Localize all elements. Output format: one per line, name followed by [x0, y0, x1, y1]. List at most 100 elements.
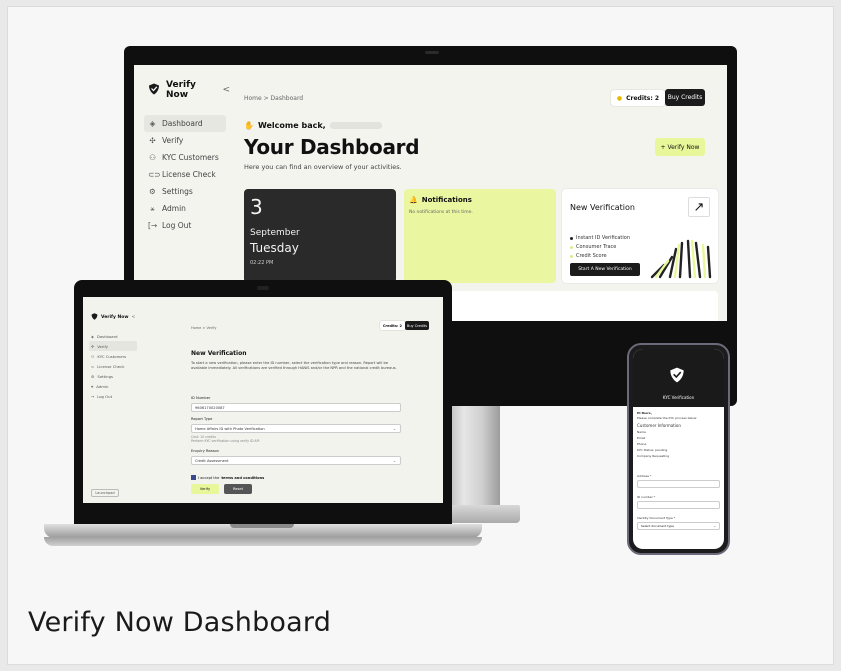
greeting-text: Hi there,	[637, 411, 652, 415]
greeting: Hi there,	[637, 411, 652, 415]
report-type-value: Home Affairs ID with Photo Verification	[195, 426, 265, 431]
id-number-label: ID number *	[637, 495, 656, 499]
sidebar-item-admin[interactable]: ⚹ Admin	[144, 200, 226, 217]
credits-label: Credits: 2	[626, 94, 659, 102]
terms-prefix: I accept the	[198, 475, 220, 480]
sidebar-item-settings[interactable]: ⚙ Settings	[89, 371, 137, 381]
notifications-empty: No notifications at this time.	[409, 210, 473, 215]
sidebar-item-label: Settings	[97, 373, 113, 379]
notifications-title: Notifications	[421, 196, 472, 204]
showcase-card: Verify Now < ◈ Dashboard ✣ Verify ⚇ KYC Cus…	[7, 6, 834, 665]
enquiry-reason-value: Credit Assessment	[195, 458, 229, 463]
collapse-icon[interactable]: <	[222, 85, 230, 95]
sidebar-item-license-check[interactable]: ⊂ License Check	[89, 361, 137, 371]
date-month: September	[250, 228, 300, 238]
credits-badge: Credits: 2	[379, 321, 405, 330]
laptop-camera	[257, 286, 269, 290]
terms-checkbox-row[interactable]: I accept the terms and conditions	[191, 475, 264, 480]
date-card: 3 September Tuesday 02:22 PM	[244, 189, 396, 283]
bullet-icon	[570, 245, 573, 249]
caption: Verify Now Dashboard	[28, 607, 332, 638]
brand-logo[interactable]: Verify Now <	[91, 313, 135, 322]
verify-now-button[interactable]: + Verify Now	[655, 138, 705, 156]
info-row: Phone	[637, 442, 647, 446]
welcome-message: ✋ Welcome back,	[244, 121, 382, 130]
date-time: 02:22 PM	[250, 260, 274, 266]
sidebar-item-dashboard[interactable]: ◈ Dashboard	[89, 331, 137, 341]
buy-credits-button[interactable]: Buy Credits	[405, 321, 429, 330]
launchpad-button[interactable]: Launchpad	[91, 489, 119, 497]
monitor-camera	[425, 51, 439, 54]
bullet-icon	[570, 236, 573, 240]
sidebar-item-label: Verify	[162, 136, 184, 145]
sidebar-item-label: Admin	[96, 383, 109, 389]
brand-logo[interactable]: Verify Now <	[148, 80, 230, 100]
id-number-value: 9606170020087	[195, 405, 225, 410]
address-input[interactable]	[637, 480, 720, 488]
breadcrumb[interactable]: Home > Verify	[191, 326, 216, 330]
sidebar-item-label: KYC Customers	[162, 153, 219, 162]
address-label: Address *	[637, 474, 652, 478]
page-title: Your Dashboard	[244, 135, 420, 159]
sidebar-item-kyc-customers[interactable]: ⚇ KYC Customers	[89, 351, 137, 361]
sidebar-item-settings[interactable]: ⚙ Settings	[144, 183, 226, 200]
users-icon: ⚇	[91, 353, 95, 359]
sidebar-item-verify[interactable]: ✣ Verify	[144, 132, 226, 149]
id-number-input[interactable]: 9606170020087	[191, 403, 401, 412]
smartphone: KYC Verification Hi there, Please comple…	[627, 343, 730, 555]
dashboard-icon: ◈	[149, 119, 156, 128]
sidebar-item-license-check[interactable]: ⊂⊃ License Check	[144, 166, 226, 183]
laptop: Verify Now < ◈ Dashboard ✣ Verify ⚇ KYC Cus…	[74, 280, 452, 524]
list-item-label: Instant ID Verification	[576, 235, 630, 241]
buy-credits-button[interactable]: Buy Credits	[665, 89, 705, 106]
shield-icon	[669, 367, 685, 387]
start-new-verification-button[interactable]: Start A New Verification	[570, 263, 640, 276]
sidebar-item-label: Verify	[97, 343, 108, 349]
admin-icon: ⚹	[91, 383, 94, 389]
blurred-username	[329, 122, 382, 129]
notifications-card: 🔔 Notifications No notifications at this…	[404, 189, 556, 283]
phone-screen: KYC Verification Hi there, Please comple…	[633, 349, 724, 549]
logout-icon: →	[91, 393, 95, 399]
sidebar-item-log-out[interactable]: [→ Log Out	[144, 217, 226, 234]
sidebar-item-label: Log Out	[162, 221, 192, 230]
sidebar-item-label: Log Out	[97, 393, 113, 399]
sidebar-item-label: Dashboard	[162, 119, 203, 128]
new-verification-card: New Verification ↗ Instant ID Verificati…	[562, 189, 718, 283]
phone-header: KYC Verification	[633, 349, 724, 407]
id-number-input[interactable]	[637, 501, 720, 509]
enquiry-reason-label: Enquiry Reason	[191, 449, 219, 453]
sidebar-item-kyc-customers[interactable]: ⚇ KYC Customers	[144, 149, 226, 166]
verify-icon: ✣	[149, 136, 156, 145]
page-subtitle: Here you can find an overview of your ac…	[244, 163, 402, 171]
notifications-header: 🔔 Notifications	[409, 196, 472, 204]
breadcrumb[interactable]: Home > Dashboard	[244, 95, 303, 102]
collapse-icon[interactable]: <	[132, 315, 136, 320]
chevron-down-icon: ⌄	[392, 426, 396, 431]
reset-button[interactable]: Reset	[224, 484, 252, 494]
sidebar-item-admin[interactable]: ⚹ Admin	[89, 381, 137, 391]
sidebar-item-dashboard[interactable]: ◈ Dashboard	[144, 115, 226, 132]
arrow-up-right-icon[interactable]: ↗	[688, 197, 710, 217]
enquiry-reason-select[interactable]: Credit Assessment ⌄	[191, 456, 401, 465]
bullet-icon	[570, 254, 573, 258]
dashboard-icon: ◈	[91, 333, 94, 339]
terms-link[interactable]: terms and conditions	[221, 476, 264, 480]
sidebar-item-label: Settings	[162, 187, 193, 196]
sidebar-item-verify[interactable]: ✣ Verify	[89, 341, 137, 351]
report-type-select[interactable]: Home Affairs ID with Photo Verification ⌄	[191, 424, 401, 433]
verify-button[interactable]: Verify	[191, 484, 219, 494]
sidebar: Verify Now < ◈ Dashboard ✣ Verify ⚇ KYC Cus…	[83, 297, 139, 503]
checkbox-checked-icon[interactable]	[191, 475, 196, 480]
info-row: Email	[637, 436, 646, 440]
laptop-screen: Verify Now < ◈ Dashboard ✣ Verify ⚇ KYC Cus…	[83, 297, 443, 503]
id-number-label: ID Number	[191, 396, 211, 400]
list-item-label: Credit Score	[576, 253, 607, 259]
chevron-down-icon: ⌄	[392, 458, 396, 463]
car-icon: ⊂	[91, 363, 95, 369]
sidebar-item-label: KYC Customers	[97, 353, 127, 359]
shield-icon	[91, 313, 98, 322]
document-type-select[interactable]: Select document type ⌄	[637, 522, 720, 530]
section-title: Customer Information	[637, 423, 681, 428]
sidebar-item-log-out[interactable]: → Log Out	[89, 391, 137, 401]
